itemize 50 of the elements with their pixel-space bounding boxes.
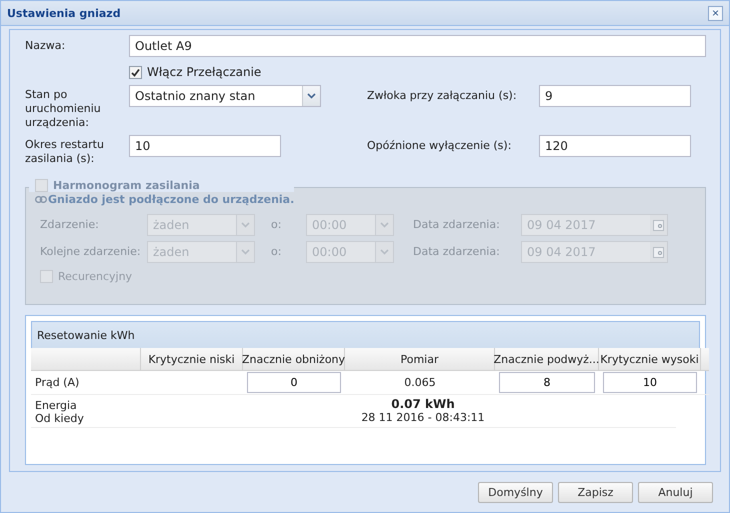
checkbox[interactable] — [129, 66, 142, 78]
column-header[interactable]: Znacznie podwyż... — [495, 348, 599, 371]
close-button[interactable]: × — [708, 6, 723, 20]
caret-icon — [241, 249, 250, 255]
table-cell: 0.065 — [404, 376, 436, 389]
caret-icon — [380, 249, 389, 255]
panel-title: Resetowanie kWh — [37, 328, 135, 342]
field-label: o: — [271, 218, 282, 231]
field-label: o: — [271, 245, 282, 258]
column-header[interactable]: Krytycznie wysoki — [599, 348, 701, 371]
dialog-button[interactable]: Zapisz — [558, 482, 633, 502]
field-label: Data zdarzenia: — [413, 245, 500, 258]
caret-icon — [241, 222, 250, 228]
row-label: Od kiedy — [35, 412, 85, 425]
caret-icon — [307, 93, 316, 99]
energy-value: 0.07 kWh — [391, 398, 455, 411]
off-delay-field[interactable]: 120 — [539, 135, 691, 157]
dialog-button[interactable]: Domyślny — [478, 482, 553, 502]
startup-state-dropdown[interactable]: Ostatnio znany stan — [129, 85, 321, 107]
threshold-field[interactable]: 0 — [247, 372, 341, 393]
column-header[interactable]: Krytycznie niski — [141, 348, 243, 371]
field-label: Opóźnione wyłączenie (s): — [367, 139, 512, 152]
field-label: Okres restartu zasilania (s): — [25, 138, 104, 165]
info-text: Gniazdo jest podłączone do urządzenia. — [48, 193, 294, 206]
row-label: Prąd (A) — [35, 376, 80, 389]
window-title: Ustawienia gniazd — [7, 6, 121, 20]
column-header[interactable]: Znacznie obniżony — [243, 348, 345, 371]
field-label: Nazwa: — [25, 39, 66, 52]
energy-since: 28 11 2016 - 08:43:11 — [361, 411, 485, 424]
field-label: Stan po uruchomieniu urządzenia: — [25, 88, 101, 129]
row-label: Energia — [35, 399, 78, 412]
field-label: Zdarzenie: — [40, 218, 99, 231]
dialog-button[interactable]: Anuluj — [638, 482, 713, 502]
caret-icon — [380, 222, 389, 228]
link-icon — [35, 196, 47, 203]
calendar-icon — [653, 246, 664, 258]
column-header[interactable]: Pomiar — [345, 348, 495, 371]
threshold-field[interactable]: 10 — [603, 372, 697, 393]
field-label: Data zdarzenia: — [413, 218, 500, 231]
threshold-field[interactable]: 8 — [499, 372, 595, 393]
checkbox-label: Recurencyjny — [58, 270, 132, 283]
name-field[interactable]: Outlet A9 — [129, 35, 706, 57]
checkbox-label: Włącz Przełączanie — [147, 65, 262, 79]
fieldset-title: Harmonogram zasilania — [53, 179, 200, 192]
field-label: Zwłoka przy załączaniu (s): — [367, 89, 517, 102]
on-delay-field[interactable]: 9 — [539, 85, 691, 107]
field-label: Kolejne zdarzenie: — [40, 245, 141, 258]
restart-period-field[interactable]: 10 — [129, 135, 281, 157]
column-header — [701, 348, 709, 371]
calendar-icon — [653, 220, 664, 230]
